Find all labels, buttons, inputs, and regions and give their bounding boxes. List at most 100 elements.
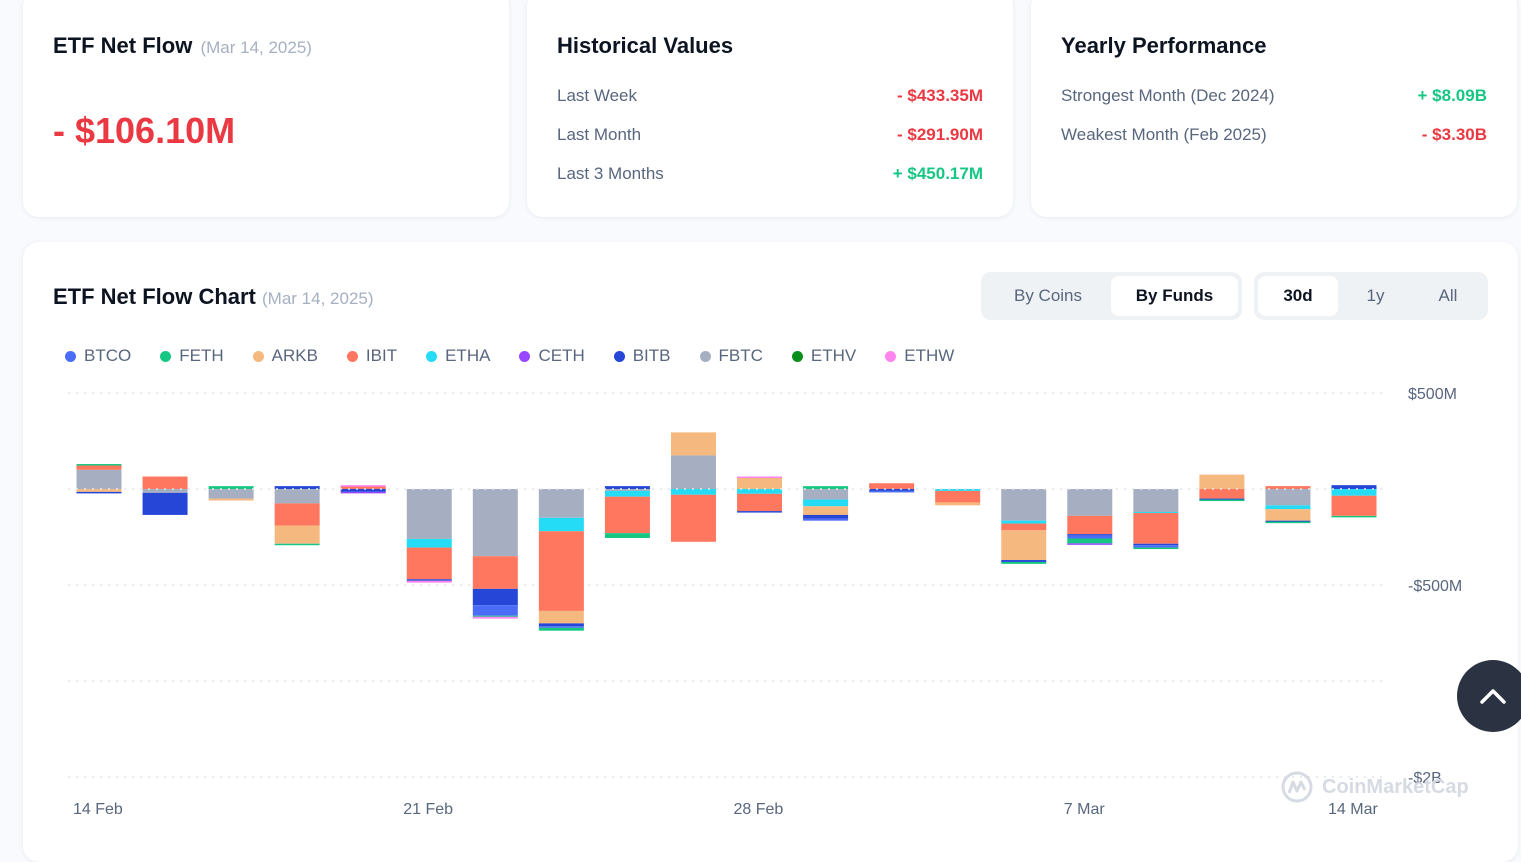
bar-segment-bitb[interactable]: [76, 491, 122, 494]
bar-segment-feth[interactable]: [1199, 499, 1245, 502]
bar-segment-ibit[interactable]: [869, 483, 915, 489]
bar-segment-bitb[interactable]: [538, 623, 584, 627]
bar-segment-ibit[interactable]: [1133, 513, 1179, 544]
bar-segment-bitb[interactable]: [1331, 485, 1377, 489]
bar-segment-btco[interactable]: [803, 518, 849, 521]
bar-segment-arkb[interactable]: [274, 525, 320, 544]
bar-segment-bitb[interactable]: [1067, 534, 1113, 536]
bar-segment-btco[interactable]: [1067, 535, 1113, 539]
bar-stack-26-feb[interactable]: [538, 489, 584, 631]
bar-stack-10-mar[interactable]: [1067, 489, 1113, 545]
bar-segment-bitb[interactable]: [1133, 543, 1179, 546]
bar-segment-arkb[interactable]: [538, 610, 584, 624]
bar-segment-ibit[interactable]: [472, 556, 518, 589]
bar-segment-etha[interactable]: [1265, 505, 1311, 510]
bar-segment-fbtc[interactable]: [1067, 489, 1113, 516]
bar-segment-arkb[interactable]: [208, 498, 254, 501]
bar-stack-20-feb[interactable]: [274, 486, 320, 546]
bar-segment-btco[interactable]: [1133, 545, 1179, 548]
bar-stack-4-mar[interactable]: [803, 486, 849, 521]
bar-segment-ibit[interactable]: [274, 503, 320, 526]
bar-segment-fbtc[interactable]: [406, 489, 452, 539]
bar-stack-14-feb[interactable]: [76, 464, 122, 494]
bar-segment-ibit[interactable]: [604, 496, 650, 534]
bar-segment-ibit[interactable]: [935, 490, 981, 503]
bar-segment-fbtc[interactable]: [604, 489, 650, 491]
bar-segment-bitb[interactable]: [472, 588, 518, 606]
bar-stack-21-feb[interactable]: [340, 485, 386, 494]
bar-stack-27-feb[interactable]: [604, 486, 650, 538]
bar-segment-ethw[interactable]: [340, 485, 386, 487]
bar-segment-feth[interactable]: [1133, 547, 1179, 550]
bar-segment-fbtc[interactable]: [803, 489, 849, 500]
bar-stack-11-mar[interactable]: [1133, 489, 1179, 550]
bar-segment-bitb[interactable]: [604, 486, 650, 489]
bar-segment-fbtc[interactable]: [76, 469, 122, 489]
bar-segment-feth[interactable]: [1331, 515, 1377, 518]
bar-segment-bitb[interactable]: [340, 489, 386, 492]
bar-segment-feth[interactable]: [803, 486, 849, 489]
scroll-to-top-button[interactable]: [1457, 660, 1521, 732]
bar-segment-fbtc[interactable]: [1265, 489, 1311, 506]
bar-stack-6-mar[interactable]: [935, 489, 981, 506]
bar-segment-bitb[interactable]: [142, 492, 188, 515]
bar-segment-fbtc[interactable]: [274, 489, 320, 504]
bar-segment-ethw[interactable]: [472, 616, 518, 619]
bar-segment-ibit[interactable]: [1067, 515, 1113, 535]
bar-stack-5-mar[interactable]: [869, 483, 915, 493]
bar-segment-ceth[interactable]: [1067, 543, 1113, 545]
bar-segment-ibit[interactable]: [406, 547, 452, 580]
bar-segment-btco[interactable]: [869, 490, 915, 493]
bar-segment-feth[interactable]: [76, 464, 122, 466]
bar-segment-arkb[interactable]: [76, 489, 122, 492]
bar-segment-etha[interactable]: [604, 490, 650, 497]
bar-segment-ibit[interactable]: [1331, 495, 1377, 516]
bar-stack-3-mar[interactable]: [737, 476, 783, 513]
bar-segment-ethw[interactable]: [406, 580, 452, 583]
bar-stack-7-mar[interactable]: [1001, 489, 1047, 564]
bar-segment-ibit[interactable]: [670, 494, 716, 542]
bar-segment-fbtc[interactable]: [208, 489, 254, 499]
bar-stack-28-feb[interactable]: [670, 432, 716, 542]
bar-segment-bitb[interactable]: [737, 511, 783, 513]
bar-segment-ibit[interactable]: [1265, 486, 1311, 489]
bar-segment-fbtc[interactable]: [1001, 489, 1047, 521]
bar-segment-arkb[interactable]: [1265, 509, 1311, 521]
bar-segment-etha[interactable]: [406, 538, 452, 548]
bar-segment-btco[interactable]: [538, 626, 584, 628]
bar-segment-etha[interactable]: [803, 499, 849, 507]
bar-segment-ibit[interactable]: [1199, 489, 1245, 499]
bar-segment-etha[interactable]: [670, 489, 716, 495]
bar-segment-arkb[interactable]: [737, 477, 783, 489]
bar-segment-ethw[interactable]: [737, 476, 783, 479]
bar-segment-bitb[interactable]: [1001, 560, 1047, 562]
bar-segment-bitb[interactable]: [406, 579, 452, 581]
bar-segment-ceth[interactable]: [340, 491, 386, 494]
bar-segment-arkb[interactable]: [803, 506, 849, 515]
bar-segment-etha[interactable]: [538, 517, 584, 532]
bar-segment-ibit[interactable]: [737, 493, 783, 512]
bar-segment-fbtc[interactable]: [1133, 489, 1179, 513]
bar-segment-feth[interactable]: [1001, 561, 1047, 564]
bar-segment-ibit[interactable]: [1001, 523, 1047, 531]
bar-segment-fbtc[interactable]: [670, 455, 716, 489]
bar-segment-etha[interactable]: [737, 489, 783, 494]
bar-segment-btco[interactable]: [472, 605, 518, 616]
bar-stack-24-feb[interactable]: [406, 489, 452, 583]
bar-segment-feth[interactable]: [538, 627, 584, 631]
bar-stack-14-mar[interactable]: [1331, 485, 1377, 518]
bar-segment-arkb[interactable]: [1001, 530, 1047, 561]
bar-segment-feth[interactable]: [274, 543, 320, 546]
bar-segment-arkb[interactable]: [1199, 474, 1245, 489]
bar-segment-fbtc[interactable]: [538, 489, 584, 518]
bar-segment-feth[interactable]: [604, 533, 650, 538]
bar-stack-13-mar[interactable]: [1265, 486, 1311, 524]
bar-segment-etha[interactable]: [1001, 520, 1047, 524]
bar-stack-25-feb[interactable]: [472, 489, 518, 619]
bar-segment-bitb[interactable]: [869, 489, 915, 491]
bar-stack-19-feb[interactable]: [208, 486, 254, 501]
bar-segment-arkb[interactable]: [670, 432, 716, 456]
bar-segment-feth[interactable]: [1265, 521, 1311, 524]
bar-segment-bitb[interactable]: [274, 486, 320, 489]
bar-segment-arkb[interactable]: [935, 502, 981, 506]
